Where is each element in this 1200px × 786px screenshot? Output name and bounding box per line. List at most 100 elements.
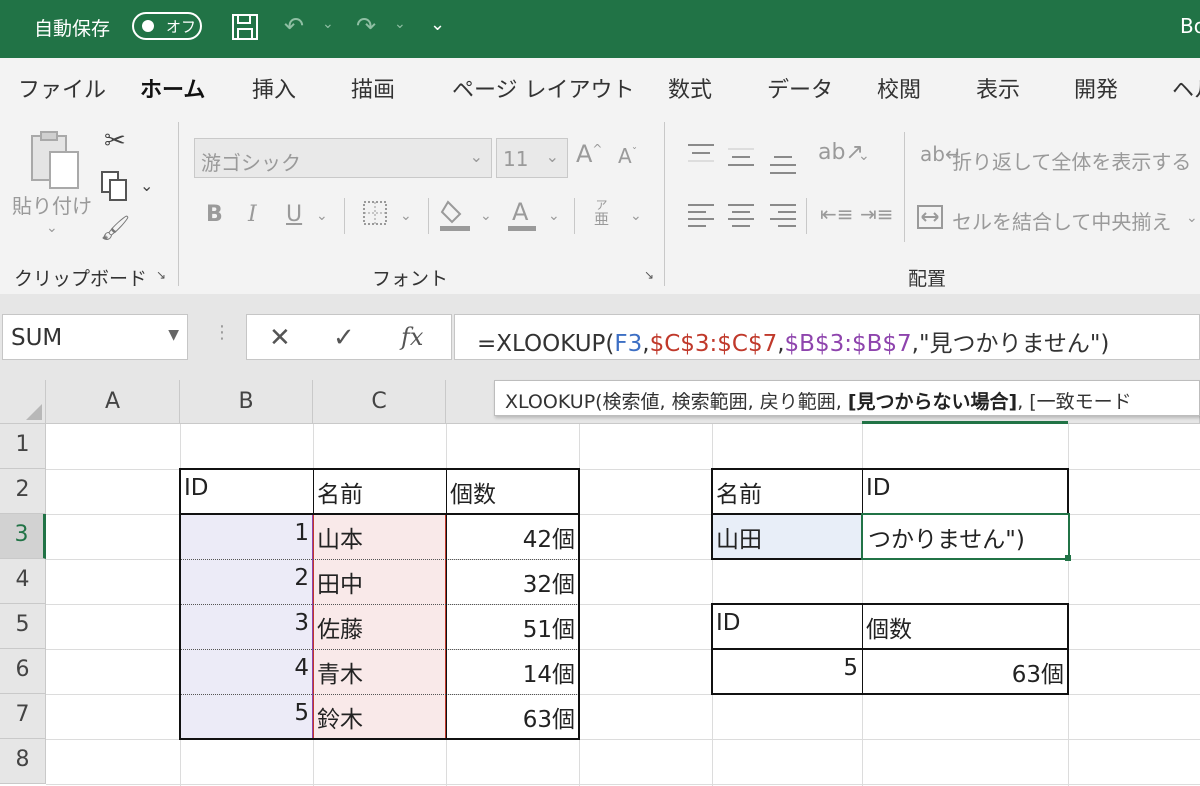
orientation-icon[interactable]: ab↗ xyxy=(818,140,864,165)
copy-icon[interactable] xyxy=(100,170,130,206)
merge-center-icon[interactable] xyxy=(916,204,944,234)
row-header-3[interactable]: 3 xyxy=(0,514,46,559)
lookup2-header-count[interactable]: 個数 xyxy=(862,604,1068,649)
column-header-a[interactable]: A xyxy=(46,380,180,424)
font-launcher-icon[interactable]: ↘ xyxy=(644,268,654,282)
format-painter-icon[interactable]: 🖌 xyxy=(100,214,130,242)
fill-color-dropdown-icon[interactable]: ⌄ xyxy=(480,208,492,224)
decrease-indent-icon[interactable]: ⇤≡ xyxy=(820,202,854,226)
select-all-corner[interactable] xyxy=(0,380,46,424)
column-header-c[interactable]: C xyxy=(313,380,446,424)
table-cell-id[interactable]: 3 xyxy=(180,604,313,649)
tab-formulas[interactable]: 数式 xyxy=(668,72,712,104)
wrap-text-label[interactable]: 折り返して全体を表示する xyxy=(952,146,1191,175)
bottom-align-icon[interactable] xyxy=(770,150,796,174)
save-icon[interactable] xyxy=(230,12,260,48)
autosave-toggle[interactable]: オフ xyxy=(132,12,202,40)
row-header-7[interactable]: 7 xyxy=(0,694,46,739)
table-cell-name[interactable]: 田中 xyxy=(313,559,446,604)
enter-icon[interactable]: ✓ xyxy=(333,323,355,353)
lookup2-header-id[interactable]: ID xyxy=(712,604,862,649)
table-cell-count[interactable]: 42個 xyxy=(446,514,579,559)
cancel-icon[interactable]: ✕ xyxy=(269,323,291,353)
table-cell-id[interactable]: 1 xyxy=(180,514,313,559)
italic-icon[interactable]: I xyxy=(248,202,257,227)
top-align-icon[interactable] xyxy=(688,142,714,166)
font-color-dropdown-icon[interactable]: ⌄ xyxy=(548,208,560,224)
phonetic-dropdown-icon[interactable]: ⌄ xyxy=(630,208,642,224)
decrease-font-size-icon[interactable]: Aˇ xyxy=(618,144,637,168)
align-center-icon[interactable] xyxy=(728,202,754,227)
tab-page-layout[interactable]: ページ レイアウト xyxy=(452,72,635,104)
lookup-header-name[interactable]: 名前 xyxy=(712,469,862,514)
tab-data[interactable]: データ xyxy=(767,72,833,104)
resize-handle-icon[interactable]: ⋮ xyxy=(213,322,231,343)
row-header-6[interactable]: 6 xyxy=(0,649,46,694)
table-header-count[interactable]: 個数 xyxy=(446,469,579,514)
tab-developer[interactable]: 開発 xyxy=(1074,72,1118,104)
table-cell-count[interactable]: 32個 xyxy=(446,559,579,604)
name-box[interactable]: SUM ▼ xyxy=(2,314,188,360)
table-cell-id[interactable]: 5 xyxy=(180,694,313,739)
tooltip-current-arg[interactable]: [見つからない場合] xyxy=(848,391,1017,413)
phonetic-icon[interactable]: ア亜 xyxy=(594,198,609,227)
row-header-4[interactable]: 4 xyxy=(0,559,46,604)
paste-icon[interactable] xyxy=(28,130,82,196)
row-header-8[interactable]: 8 xyxy=(0,739,46,784)
font-size-combo[interactable]: 11 ⌄ xyxy=(496,138,568,178)
table-cell-id[interactable]: 4 xyxy=(180,649,313,694)
copy-dropdown-icon[interactable]: ⌄ xyxy=(140,176,153,195)
undo-dropdown-icon[interactable]: ⌄ xyxy=(322,16,334,32)
underline-icon[interactable]: U xyxy=(286,202,302,227)
table-cell-id[interactable]: 2 xyxy=(180,559,313,604)
merge-dropdown-icon[interactable]: ⌄ xyxy=(1186,210,1198,226)
formula-input[interactable]: =XLOOKUP(F3,$C$3:$C$7,$B$3:$B$7,"見つかりません… xyxy=(454,314,1200,360)
fill-handle[interactable] xyxy=(1065,555,1071,561)
lookup-header-id[interactable]: ID xyxy=(862,469,1068,514)
tab-review[interactable]: 校閲 xyxy=(877,72,921,104)
bold-icon[interactable]: B xyxy=(206,202,223,227)
font-color-icon[interactable]: A xyxy=(506,196,538,236)
paste-dropdown-icon[interactable]: ⌄ xyxy=(46,220,58,236)
undo-icon[interactable]: ↶ xyxy=(284,12,304,40)
clipboard-launcher-icon[interactable]: ↘ xyxy=(156,268,166,282)
increase-font-size-icon[interactable]: A^ xyxy=(576,140,602,168)
table-cell-name[interactable]: 青木 xyxy=(313,649,446,694)
paste-label[interactable]: 貼り付け xyxy=(12,190,92,219)
column-header-b[interactable]: B xyxy=(180,380,313,424)
middle-align-icon[interactable] xyxy=(728,146,754,170)
borders-icon[interactable] xyxy=(362,200,388,230)
tab-help[interactable]: ヘル xyxy=(1172,72,1200,104)
table-cell-name[interactable]: 佐藤 xyxy=(313,604,446,649)
table-header-name[interactable]: 名前 xyxy=(313,469,446,514)
customize-toolbar-icon[interactable]: ⌄ xyxy=(430,14,445,35)
table-cell-count[interactable]: 51個 xyxy=(446,604,579,649)
borders-dropdown-icon[interactable]: ⌄ xyxy=(400,208,412,224)
table-cell-count[interactable]: 14個 xyxy=(446,649,579,694)
tab-draw[interactable]: 描画 xyxy=(351,72,395,104)
tab-home[interactable]: ホーム xyxy=(140,72,206,116)
lookup-name-input[interactable]: 山田 xyxy=(712,514,862,559)
lookup2-id-value[interactable]: 5 xyxy=(712,649,862,694)
align-right-icon[interactable] xyxy=(770,202,796,227)
tab-file[interactable]: ファイル xyxy=(18,72,106,104)
align-left-icon[interactable] xyxy=(688,202,714,227)
tab-insert[interactable]: 挿入 xyxy=(252,72,296,104)
redo-dropdown-icon[interactable]: ⌄ xyxy=(394,16,406,32)
tab-view[interactable]: 表示 xyxy=(976,72,1020,104)
redo-icon[interactable]: ↷ xyxy=(356,12,376,40)
table-cell-name[interactable]: 鈴木 xyxy=(313,694,446,739)
fill-color-icon[interactable] xyxy=(440,196,472,236)
cut-icon[interactable]: ✂ xyxy=(104,126,126,156)
font-name-combo[interactable]: 游ゴシック ⌄ xyxy=(194,138,492,178)
table-header-id[interactable]: ID xyxy=(180,469,313,514)
increase-indent-icon[interactable]: ⇥≡ xyxy=(860,202,894,226)
orientation-dropdown-icon[interactable]: ⌄ xyxy=(858,148,870,164)
underline-dropdown-icon[interactable]: ⌄ xyxy=(316,208,328,224)
row-header-2[interactable]: 2 xyxy=(0,469,46,514)
row-header-5[interactable]: 5 xyxy=(0,604,46,649)
table-cell-count[interactable]: 63個 xyxy=(446,694,579,739)
row-header-1[interactable]: 1 xyxy=(0,424,46,469)
function-tooltip[interactable]: XLOOKUP(検索値, 検索範囲, 戻り範囲, [見つからない場合], [一致… xyxy=(494,380,1200,416)
lookup2-count-value[interactable]: 63個 xyxy=(862,649,1068,694)
